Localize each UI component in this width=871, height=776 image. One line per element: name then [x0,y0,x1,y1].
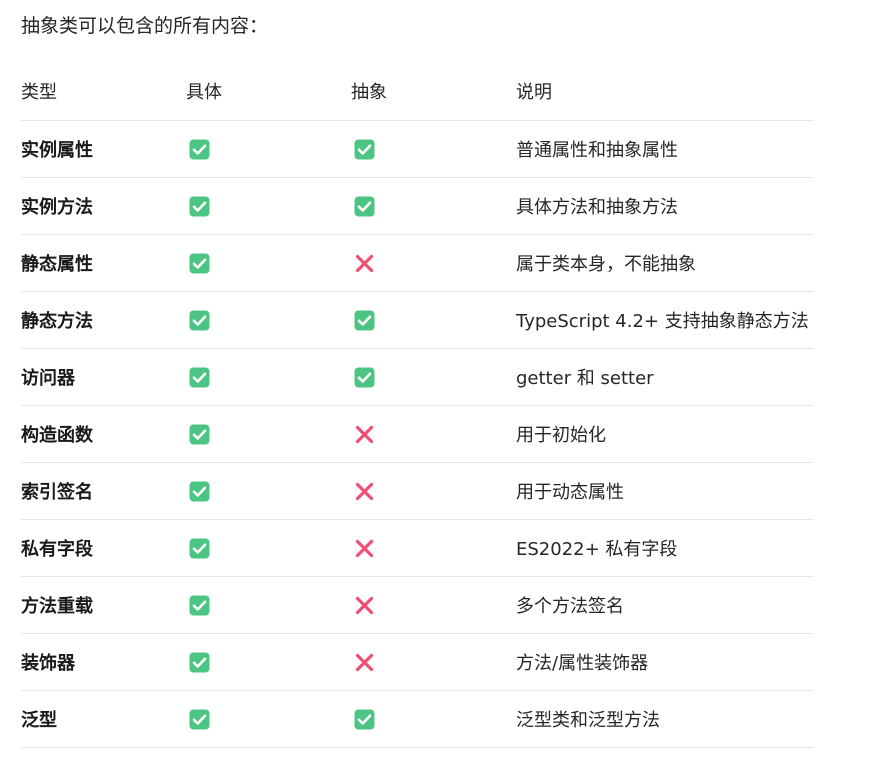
row-type-name: 索引签名 [21,462,186,520]
table-row: 构造函数 用于初始化 [21,405,814,463]
concrete-cell [186,576,351,634]
row-note: TypeScript 4.2+ 支持抽象静态方法 [516,291,814,349]
cross-mark-icon [354,595,375,616]
check-mark-icon [189,253,210,274]
table-body: 实例属性 普通属性和抽象属性实例方法 具体方法和抽象方法静态属性 属于类本身，不能抽象… [21,120,814,748]
abstract-cell [351,462,516,520]
abstract-cell [351,120,516,178]
table-row: 方法重载 多个方法签名 [21,576,814,634]
concrete-cell [186,291,351,349]
concrete-cell [186,405,351,463]
check-mark-icon [189,481,210,502]
abstract-cell [351,519,516,577]
abstract-cell [351,177,516,235]
abstract-cell [351,291,516,349]
table-row: 实例属性 普通属性和抽象属性 [21,120,814,178]
row-note: ES2022+ 私有字段 [516,519,814,577]
abstract-cell [351,633,516,691]
header-abstract: 抽象 [351,62,516,121]
row-note: 用于初始化 [516,405,814,463]
row-type-name: 实例属性 [21,120,186,178]
check-mark-icon [189,139,210,160]
row-type-name: 私有字段 [21,519,186,577]
header-row: 类型 具体 抽象 说明 [21,62,814,121]
check-mark-icon [189,652,210,673]
check-mark-icon [354,310,375,331]
check-mark-icon [189,424,210,445]
page: 抽象类可以包含的所有内容： 类型 具体 抽象 说明 实例属性 普通属性和抽象属性实… [0,0,871,776]
cross-mark-icon [354,253,375,274]
intro-text: 抽象类可以包含的所有内容： [21,15,269,37]
table-row: 泛型 泛型类和泛型方法 [21,690,814,748]
abstract-cell [351,234,516,292]
row-type-name: 实例方法 [21,177,186,235]
concrete-cell [186,234,351,292]
abstract-cell [351,690,516,748]
concrete-cell [186,462,351,520]
row-note: 方法/属性装饰器 [516,633,814,691]
check-mark-icon [189,709,210,730]
concrete-cell [186,348,351,406]
cross-mark-icon [354,481,375,502]
concrete-cell [186,120,351,178]
row-type-name: 方法重载 [21,576,186,634]
row-note: 普通属性和抽象属性 [516,120,814,178]
row-note: 多个方法签名 [516,576,814,634]
capabilities-table: 类型 具体 抽象 说明 实例属性 普通属性和抽象属性 实例方法 具体方法和抽象方法 静态… [21,62,814,748]
abstract-cell [351,576,516,634]
check-mark-icon [354,139,375,160]
row-note: 属于类本身，不能抽象 [516,234,814,292]
table-row: 索引签名 用于动态属性 [21,462,814,520]
row-type-name: 装饰器 [21,633,186,691]
table-row: 私有字段 ES2022+ 私有字段 [21,519,814,577]
table-header: 类型 具体 抽象 说明 [21,62,814,121]
check-mark-icon [354,367,375,388]
cross-mark-icon [354,538,375,559]
cross-mark-icon [354,424,375,445]
row-type-name: 访问器 [21,348,186,406]
row-type-name: 静态属性 [21,234,186,292]
concrete-cell [186,690,351,748]
header-concrete: 具体 [186,62,351,121]
check-mark-icon [189,595,210,616]
row-type-name: 构造函数 [21,405,186,463]
table-row: 静态方法 TypeScript 4.2+ 支持抽象静态方法 [21,291,814,349]
row-note: getter 和 setter [516,348,814,406]
check-mark-icon [354,196,375,217]
table-row: 访问器 getter 和 setter [21,348,814,406]
table-row: 静态属性 属于类本身，不能抽象 [21,234,814,292]
cross-mark-icon [354,652,375,673]
row-note: 泛型类和泛型方法 [516,690,814,748]
table-row: 装饰器 方法/属性装饰器 [21,633,814,691]
row-note: 具体方法和抽象方法 [516,177,814,235]
header-type: 类型 [21,62,186,121]
concrete-cell [186,177,351,235]
concrete-cell [186,519,351,577]
check-mark-icon [189,367,210,388]
table-row: 实例方法 具体方法和抽象方法 [21,177,814,235]
row-type-name: 静态方法 [21,291,186,349]
row-type-name: 泛型 [21,690,186,748]
row-note: 用于动态属性 [516,462,814,520]
abstract-cell [351,348,516,406]
abstract-cell [351,405,516,463]
concrete-cell [186,633,351,691]
check-mark-icon [189,310,210,331]
check-mark-icon [189,538,210,559]
check-mark-icon [189,196,210,217]
header-note: 说明 [516,62,814,121]
check-mark-icon [354,709,375,730]
